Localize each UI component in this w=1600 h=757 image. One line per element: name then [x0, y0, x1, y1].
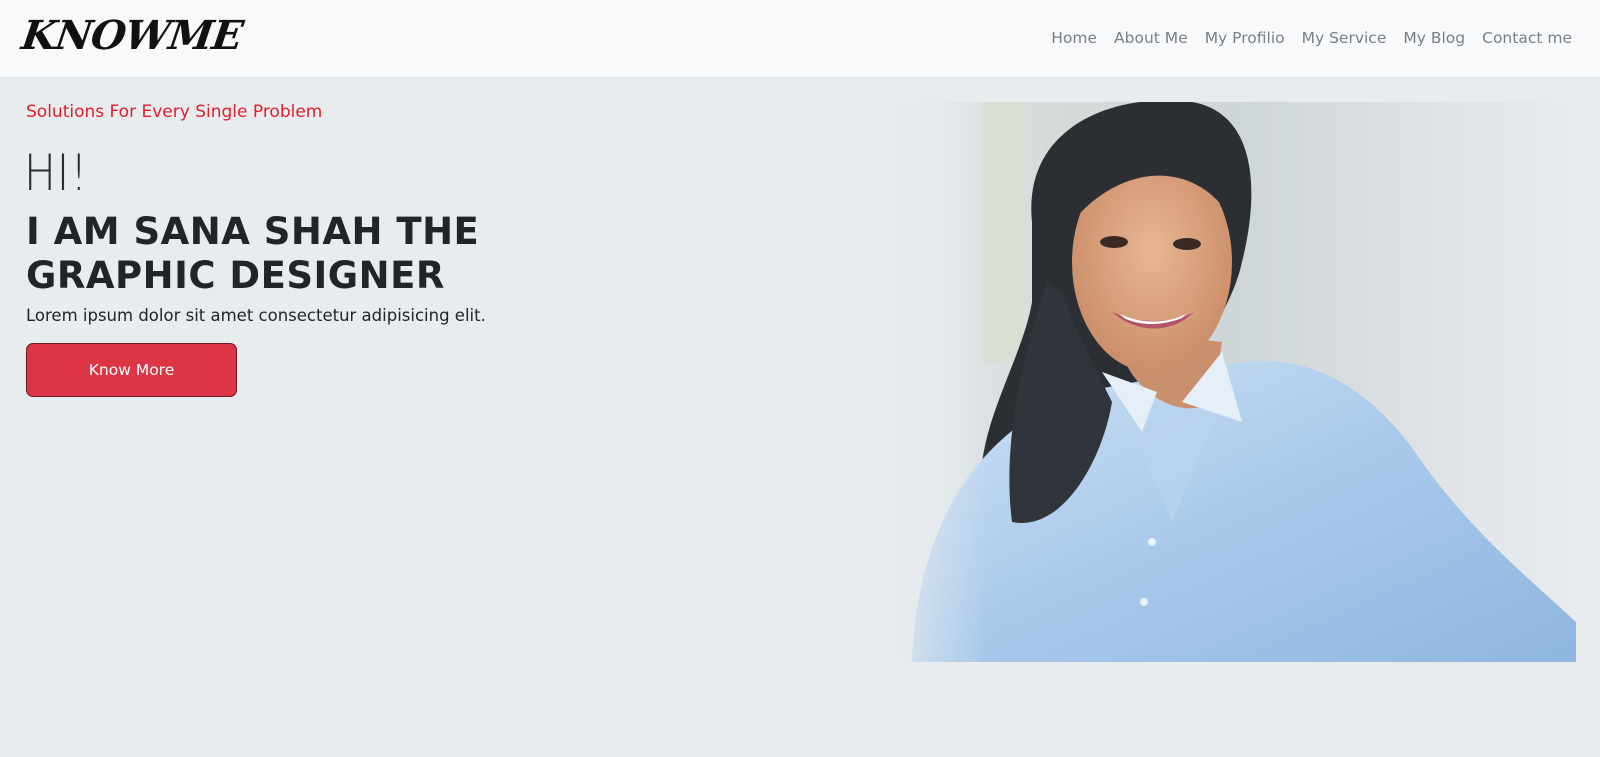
- nav-link-blog[interactable]: My Blog: [1403, 29, 1465, 47]
- nav-item-service: My Service: [1302, 28, 1387, 47]
- nav-link-service[interactable]: My Service: [1302, 29, 1387, 47]
- nav-item-about: About Me: [1114, 28, 1188, 47]
- brand-logo[interactable]: KNOWME: [19, 12, 245, 59]
- hero-greeting: HI!: [24, 144, 89, 202]
- know-more-button[interactable]: Know More: [26, 343, 237, 397]
- nav-item-home: Home: [1051, 28, 1097, 47]
- nav-item-contact: Contact me: [1482, 28, 1572, 47]
- nav-link-contact[interactable]: Contact me: [1482, 29, 1572, 47]
- nav-link-about[interactable]: About Me: [1114, 29, 1188, 47]
- hero-tagline: Solutions For Every Single Problem: [26, 102, 323, 122]
- hero-headline: I AM SANA SHAH THE GRAPHIC DESIGNER: [26, 210, 480, 297]
- hero-description: Lorem ipsum dolor sit amet consectetur a…: [26, 306, 486, 325]
- nav-link-home[interactable]: Home: [1051, 29, 1097, 47]
- nav-item-blog: My Blog: [1403, 28, 1465, 47]
- navbar: KNOWME Home About Me My Profilio My Serv…: [0, 0, 1600, 78]
- nav-menu: Home About Me My Profilio My Service My …: [1051, 28, 1572, 47]
- portrait-photo: [822, 102, 1576, 662]
- nav-link-portfolio[interactable]: My Profilio: [1205, 29, 1285, 47]
- nav-item-portfolio: My Profilio: [1205, 28, 1285, 47]
